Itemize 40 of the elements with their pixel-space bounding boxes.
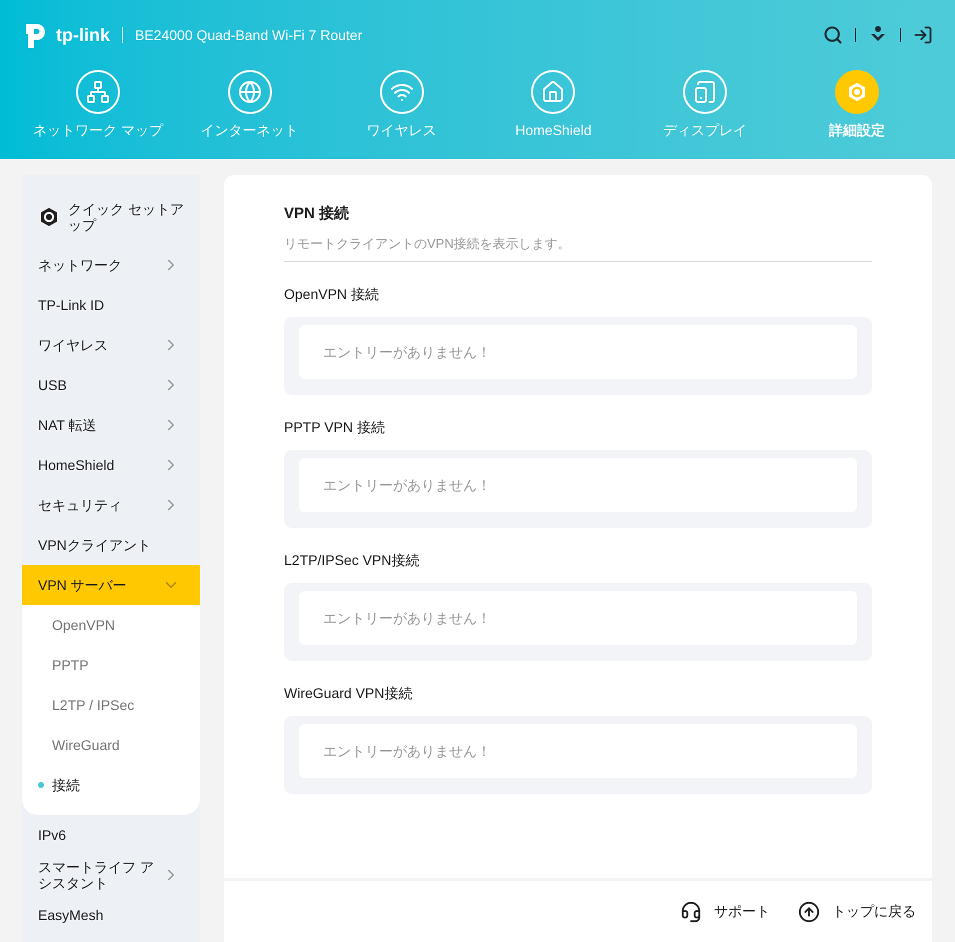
sidebar-item[interactable]: NAT 転送	[22, 405, 200, 445]
arrow-up-icon	[798, 900, 820, 922]
section-title: PPTP VPN 接続	[284, 418, 386, 437]
sidebar-item[interactable]: スマートライフ アシスタント	[22, 855, 200, 895]
headset-icon	[680, 900, 702, 922]
tablet-icon	[693, 80, 718, 104]
sidebar-item[interactable]: TP-Link ID	[22, 285, 200, 325]
sidebar-item[interactable]: クイック セットアップ	[22, 189, 200, 245]
globe-icon	[238, 80, 262, 104]
page-title: VPN 接続	[284, 204, 350, 224]
submenu-item[interactable]: OpenVPN	[22, 605, 200, 645]
sidebar-item[interactable]: IPv6	[22, 815, 200, 855]
sidebar-item[interactable]: VPN サーバー	[22, 565, 200, 605]
support-link[interactable]: サポート	[680, 900, 770, 922]
sidebar-item[interactable]: EasyMesh	[22, 895, 200, 935]
sidebar-item[interactable]: セキュリティ	[22, 485, 200, 525]
submenu-item[interactable]: 接続	[22, 765, 200, 805]
section-title: WireGuard VPN接続	[284, 684, 414, 703]
sidebar-item[interactable]: VPNクライアント	[22, 525, 200, 565]
back-to-top-link[interactable]: トップに戻る	[798, 900, 916, 922]
empty-message: エントリーがありません！	[299, 591, 857, 645]
gear-icon	[38, 206, 60, 228]
sidebar-item[interactable]: ネットワーク	[22, 245, 200, 285]
empty-message: エントリーがありません！	[299, 325, 857, 379]
logout-icon[interactable]	[913, 25, 933, 45]
sidebar-item[interactable]: HomeShield	[22, 445, 200, 485]
submenu-item[interactable]: L2TP / IPSec	[22, 685, 200, 725]
model-name: BE24000 Quad-Band Wi-Fi 7 Router	[135, 26, 362, 45]
section-title: L2TP/IPSec VPN接続	[284, 551, 420, 570]
network-icon	[86, 80, 110, 104]
logo-text: tp-link	[56, 24, 110, 47]
search-icon[interactable]	[823, 25, 843, 45]
sidebar-item[interactable]: ワイヤレス	[22, 325, 200, 365]
submenu-item[interactable]: PPTP	[22, 645, 200, 685]
page-description: リモートクライアントのVPN接続を表示します。	[284, 234, 872, 262]
empty-message: エントリーがありません！	[299, 458, 857, 512]
empty-message: エントリーがありません！	[299, 724, 857, 778]
submenu-item[interactable]: WireGuard	[22, 725, 200, 765]
sidebar-item[interactable]: USB	[22, 365, 200, 405]
section-title: OpenVPN 接続	[284, 285, 380, 304]
